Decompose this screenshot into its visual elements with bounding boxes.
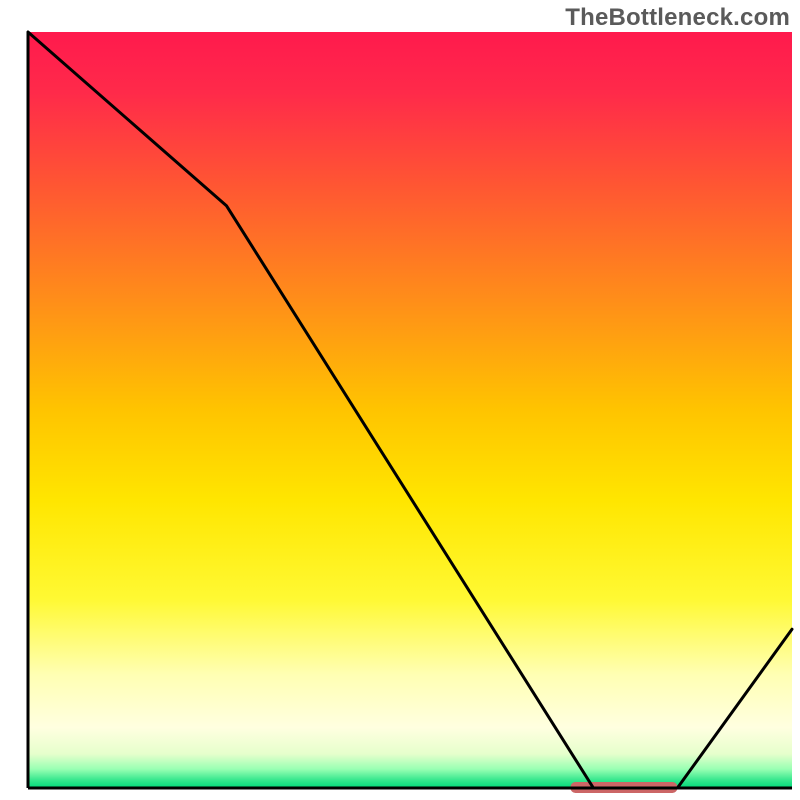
plot-background [28, 32, 792, 788]
watermark-text: TheBottleneck.com [565, 4, 790, 32]
chart-frame: TheBottleneck.com [0, 0, 800, 800]
bottleneck-chart [0, 0, 800, 800]
